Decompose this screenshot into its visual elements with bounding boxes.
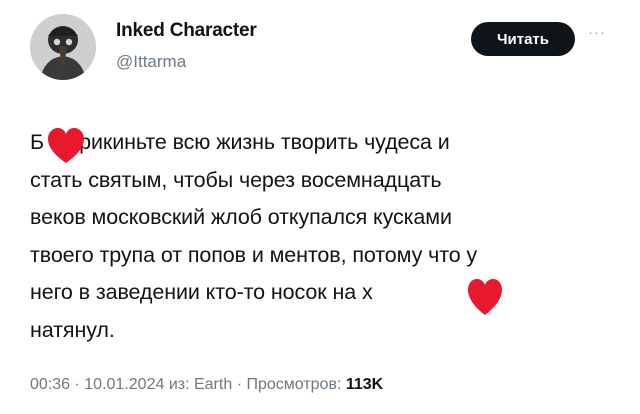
author-handle[interactable]: @Ittarma — [116, 52, 186, 72]
tweet-source: Earth — [193, 376, 233, 393]
avatar[interactable] — [30, 14, 96, 80]
separator-dot: · — [74, 376, 85, 393]
views-count: 113K — [345, 376, 384, 393]
tweet-date[interactable]: 10.01.2024 — [84, 376, 164, 393]
tweet-text: Б а прикиньте всю жизнь творить чудеса и… — [30, 124, 620, 349]
author-display-name[interactable]: Inked Character — [116, 20, 257, 42]
tweet-line: натянул. — [30, 317, 115, 342]
tweet-time[interactable]: 00:36 — [30, 376, 70, 393]
tweet-line: веков московский жлоб откупался кусками — [30, 205, 452, 229]
tweet-line: твоего трупа от попов и ментов, потому ч… — [30, 242, 478, 267]
heart-censor-icon — [468, 279, 502, 315]
tweet-meta: 00:36 · 10.01.2024 из: Earth · Просмотро… — [30, 376, 383, 394]
heart-censor-icon — [48, 128, 84, 163]
source-prefix: из: — [168, 376, 190, 393]
plague-doctor-avatar-icon — [30, 14, 96, 80]
tweet-line: Б а прикиньте всю жизнь творить чудеса и — [30, 130, 450, 154]
follow-button[interactable]: Читать — [471, 22, 575, 56]
separator-dot: · — [236, 376, 247, 393]
tweet-line: него в заведении кто-то носок на х — [30, 280, 373, 304]
more-options-icon[interactable]: ··· — [588, 24, 606, 41]
views-label: Просмотров: — [246, 376, 342, 393]
tweet-line: стать святым, чтобы через восемнадцать — [30, 167, 442, 192]
